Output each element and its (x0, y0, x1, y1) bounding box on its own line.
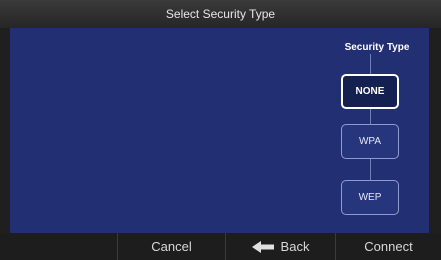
option-none-button[interactable]: NONE (341, 74, 399, 109)
content-panel: Security Type NONE WPA WEP (10, 28, 429, 233)
option-none-label: NONE (355, 86, 385, 97)
bottom-bar: Cancel Back Connect (0, 233, 441, 260)
back-label: Back (280, 239, 310, 254)
title-bar: Select Security Type (0, 0, 441, 28)
page-title: Select Security Type (165, 7, 276, 21)
option-wpa-button[interactable]: WPA (341, 124, 399, 159)
connector-line (370, 109, 371, 124)
security-type-label: Security Type (344, 42, 410, 53)
cancel-button[interactable]: Cancel (117, 233, 225, 260)
connector-line (370, 159, 371, 180)
footer-empty-cell (0, 233, 117, 260)
connect-label: Connect (364, 239, 413, 254)
option-wep-button[interactable]: WEP (341, 180, 399, 215)
option-wep-label: WEP (358, 192, 382, 203)
cancel-label: Cancel (151, 239, 192, 254)
back-button[interactable]: Back (225, 233, 335, 260)
connector-line (370, 54, 371, 74)
security-type-screen: Select Security Type Security Type NONE … (0, 0, 441, 260)
option-wpa-label: WPA (358, 136, 382, 147)
connect-button[interactable]: Connect (335, 233, 441, 260)
left-arrow-icon (251, 240, 274, 253)
